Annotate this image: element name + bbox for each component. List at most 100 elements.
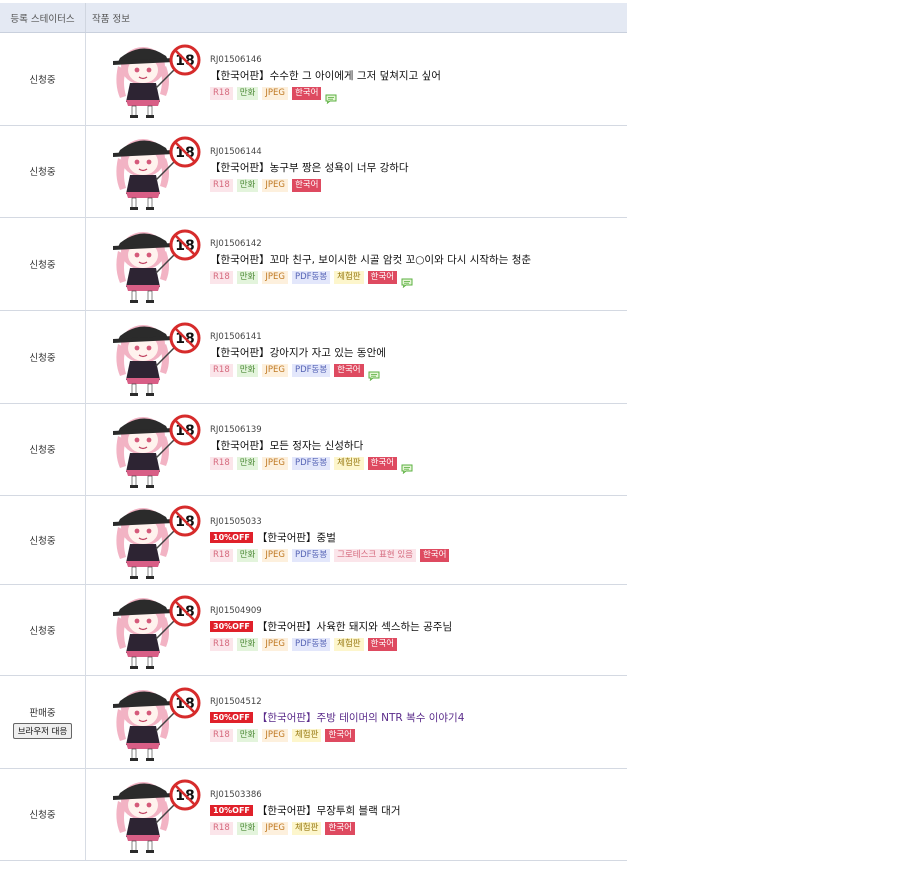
thumbnail-character-image: 18	[113, 136, 201, 210]
age-restricted-18-badge: 18	[169, 779, 201, 811]
work-info-cell: 18 RJ01506144 【한국어판】농구부 짱은 성욕이 너무 강하다 R18만…	[86, 125, 627, 217]
works-table: 등록 스테이터스 작품 정보	[0, 3, 627, 33]
status-cell: 신청중	[0, 768, 86, 860]
status-cell: 신청중	[0, 125, 86, 217]
work-title[interactable]: 50%OFF 【한국어판】주방 테이머의 NTR 복수 이야기4	[210, 710, 464, 725]
work-thumbnail[interactable]: 18	[108, 679, 204, 765]
work-tags: R18 만화 JPEG PDF동봉 체험판 한국어	[210, 271, 531, 289]
table-row: 신청중 18 RJ0150338610%OFF【한국어판】무장투희 블랙 대거R…	[0, 768, 627, 861]
work-title-text[interactable]: 【한국어판】주방 테이머의 NTR 복수 이야기4	[257, 712, 465, 724]
character-figure	[113, 690, 175, 761]
comment-icon[interactable]	[401, 273, 413, 289]
discount-badge: 10%OFF	[210, 805, 253, 816]
work-id: RJ01506146	[210, 55, 262, 65]
work-thumbnail[interactable]: 18	[108, 771, 204, 857]
work-title[interactable]: 30%OFF 【한국어판】사육한 돼지와 섹스하는 공주님	[210, 619, 452, 634]
comment-icon[interactable]	[368, 366, 380, 382]
work-thumbnail[interactable]: 18	[108, 314, 204, 400]
work-info-cell: 18 RJ01504909 30%OFF 【한국어판】사육한 돼지와 섹스하는 공주…	[86, 584, 627, 675]
tag-pdf: PDF동봉	[291, 457, 331, 470]
work-tags: R18 만화 JPEG PDF동봉 체험판 한국어	[210, 638, 452, 651]
status-cell: 신청중	[0, 403, 86, 495]
work-title[interactable]: 【한국어판】강아지가 자고 있는 동안에	[210, 345, 386, 360]
work-id: RJ01504909	[210, 606, 262, 616]
tag-korean: 한국어	[325, 729, 355, 742]
work-id: RJ01506139	[210, 425, 262, 435]
tag-trial: 체험판	[334, 271, 364, 284]
age-restricted-18-badge: 18	[169, 687, 201, 719]
character-figure	[113, 417, 175, 488]
tag-r18: R18	[210, 729, 233, 742]
tag-manga: 만화	[236, 549, 259, 562]
work-title[interactable]: 【한국어판】모든 정자는 신성하다	[210, 438, 412, 453]
work-thumbnail[interactable]: 18	[108, 497, 204, 583]
comment-icon[interactable]	[325, 89, 337, 105]
status-text: 신청중	[29, 352, 56, 364]
work-details: RJ01504909 30%OFF 【한국어판】사육한 돼지와 섹스하는 공주님 R1…	[210, 606, 452, 651]
tag-r18: R18	[210, 271, 233, 284]
tag-manga: 만화	[236, 729, 259, 742]
tag-pdf: PDF동봉	[291, 271, 331, 284]
tag-jpeg: JPEG	[262, 729, 288, 742]
work-title[interactable]: 【한국어판】꼬마 친구, 보이시한 시골 암컷 꼬○이와 다시 시작하는 청춘	[210, 252, 531, 267]
work-title-text[interactable]: 【한국어판】무장투희 블랙 대거	[257, 805, 401, 817]
work-title[interactable]: 【한국어판】수수한 그 아이에게 그저 덮쳐지고 싶어	[210, 68, 441, 83]
tag-korean: 한국어	[291, 179, 322, 192]
work-title-text[interactable]: 【한국어판】꼬마 친구, 보이시한 시골 암컷 꼬○이와 다시 시작하는 청춘	[210, 254, 531, 266]
work-details: RJ01505033 10%OFF 【한국어판】중벌 R18 만화 JPEG PDF동봉 그로…	[210, 517, 450, 562]
work-info-cell: 18 RJ01506146 【한국어판】수수한 그 아이에게 그저 덮쳐지고 싶어…	[86, 33, 627, 125]
work-title[interactable]: 10%OFF 【한국어판】무장투희 블랙 대거	[210, 803, 401, 818]
discount-badge: 10%OFF	[210, 532, 253, 543]
status-text: 신청중	[29, 259, 56, 271]
work-title[interactable]: 10%OFF 【한국어판】중벌	[210, 530, 449, 545]
status-cell: 신청중	[0, 33, 86, 125]
work-thumbnail[interactable]: 18	[108, 406, 204, 492]
work-title[interactable]: 【한국어판】농구부 짱은 성욕이 너무 강하다	[210, 160, 409, 175]
work-thumbnail[interactable]: 18	[108, 36, 204, 122]
table-row: 신청중 18 RJ01505033 10%OFF 【한국어판】중벌 R18만화JPEG…	[0, 495, 627, 585]
character-figure	[113, 232, 175, 303]
discount-badge: 30%OFF	[210, 621, 253, 632]
work-title-text[interactable]: 【한국어판】농구부 짱은 성욕이 너무 강하다	[210, 162, 409, 174]
work-tags: R18 만화 JPEG 한국어	[210, 179, 409, 192]
character-figure	[113, 598, 175, 669]
status-text: 신청중	[29, 625, 56, 637]
age-restricted-18-badge: 18	[169, 322, 201, 354]
tag-jpeg: JPEG	[262, 457, 288, 470]
work-title-text[interactable]: 【한국어판】강아지가 자고 있는 동안에	[210, 347, 386, 359]
thumbnail-character-image: 18	[113, 779, 201, 853]
work-title-text[interactable]: 【한국어판】사육한 돼지와 섹스하는 공주님	[257, 621, 452, 633]
character-figure	[113, 325, 175, 396]
work-id: RJ01506142	[210, 239, 262, 249]
tag-r18: R18	[210, 364, 233, 377]
work-thumbnail[interactable]: 18	[108, 587, 204, 673]
tag-manga: 만화	[236, 364, 259, 377]
thumbnail-character-image: 18	[113, 44, 201, 118]
status-text: 신청중	[29, 535, 56, 547]
table-row: 신청중 18 RJ01506146 【한국어판】수수한 그 아이에게 그저 덮쳐지…	[0, 33, 627, 126]
browser-support-button[interactable]: 브라우저 대응	[12, 722, 73, 739]
work-thumbnail[interactable]: 18	[108, 128, 204, 214]
age-restricted-18-badge: 18	[169, 595, 201, 627]
tag-korean: 한국어	[367, 457, 398, 470]
work-details: RJ01504512 50%OFF 【한국어판】주방 테이머의 NTR 복수 이야기…	[210, 697, 464, 742]
work-title-text[interactable]: 【한국어판】중벌	[257, 532, 336, 544]
work-thumbnail[interactable]: 18	[108, 221, 204, 307]
status-text: 신청중	[29, 167, 56, 178]
status-cell: 신청중	[0, 310, 86, 403]
character-figure	[113, 508, 175, 579]
status-text: 판매중	[29, 707, 56, 719]
status-text: 신청중	[29, 75, 56, 86]
work-title-text[interactable]: 【한국어판】수수한 그 아이에게 그저 덮쳐지고 싶어	[210, 70, 441, 82]
tag-jpeg: JPEG	[262, 179, 288, 192]
tag-pdf: PDF동봉	[291, 638, 331, 651]
work-title-text[interactable]: 【한국어판】모든 정자는 신성하다	[210, 440, 363, 452]
comment-icon[interactable]	[401, 459, 413, 475]
tag-manga: 만화	[236, 271, 259, 284]
tag-jpeg: JPEG	[262, 822, 288, 835]
header-info: 작품 정보	[92, 13, 130, 25]
status-cell: 판매중브라우저 대응	[0, 675, 86, 768]
work-id: RJ01506141	[210, 332, 262, 342]
thumbnail-character-image: 18	[113, 322, 201, 396]
tag-pdf: PDF동봉	[291, 549, 331, 562]
